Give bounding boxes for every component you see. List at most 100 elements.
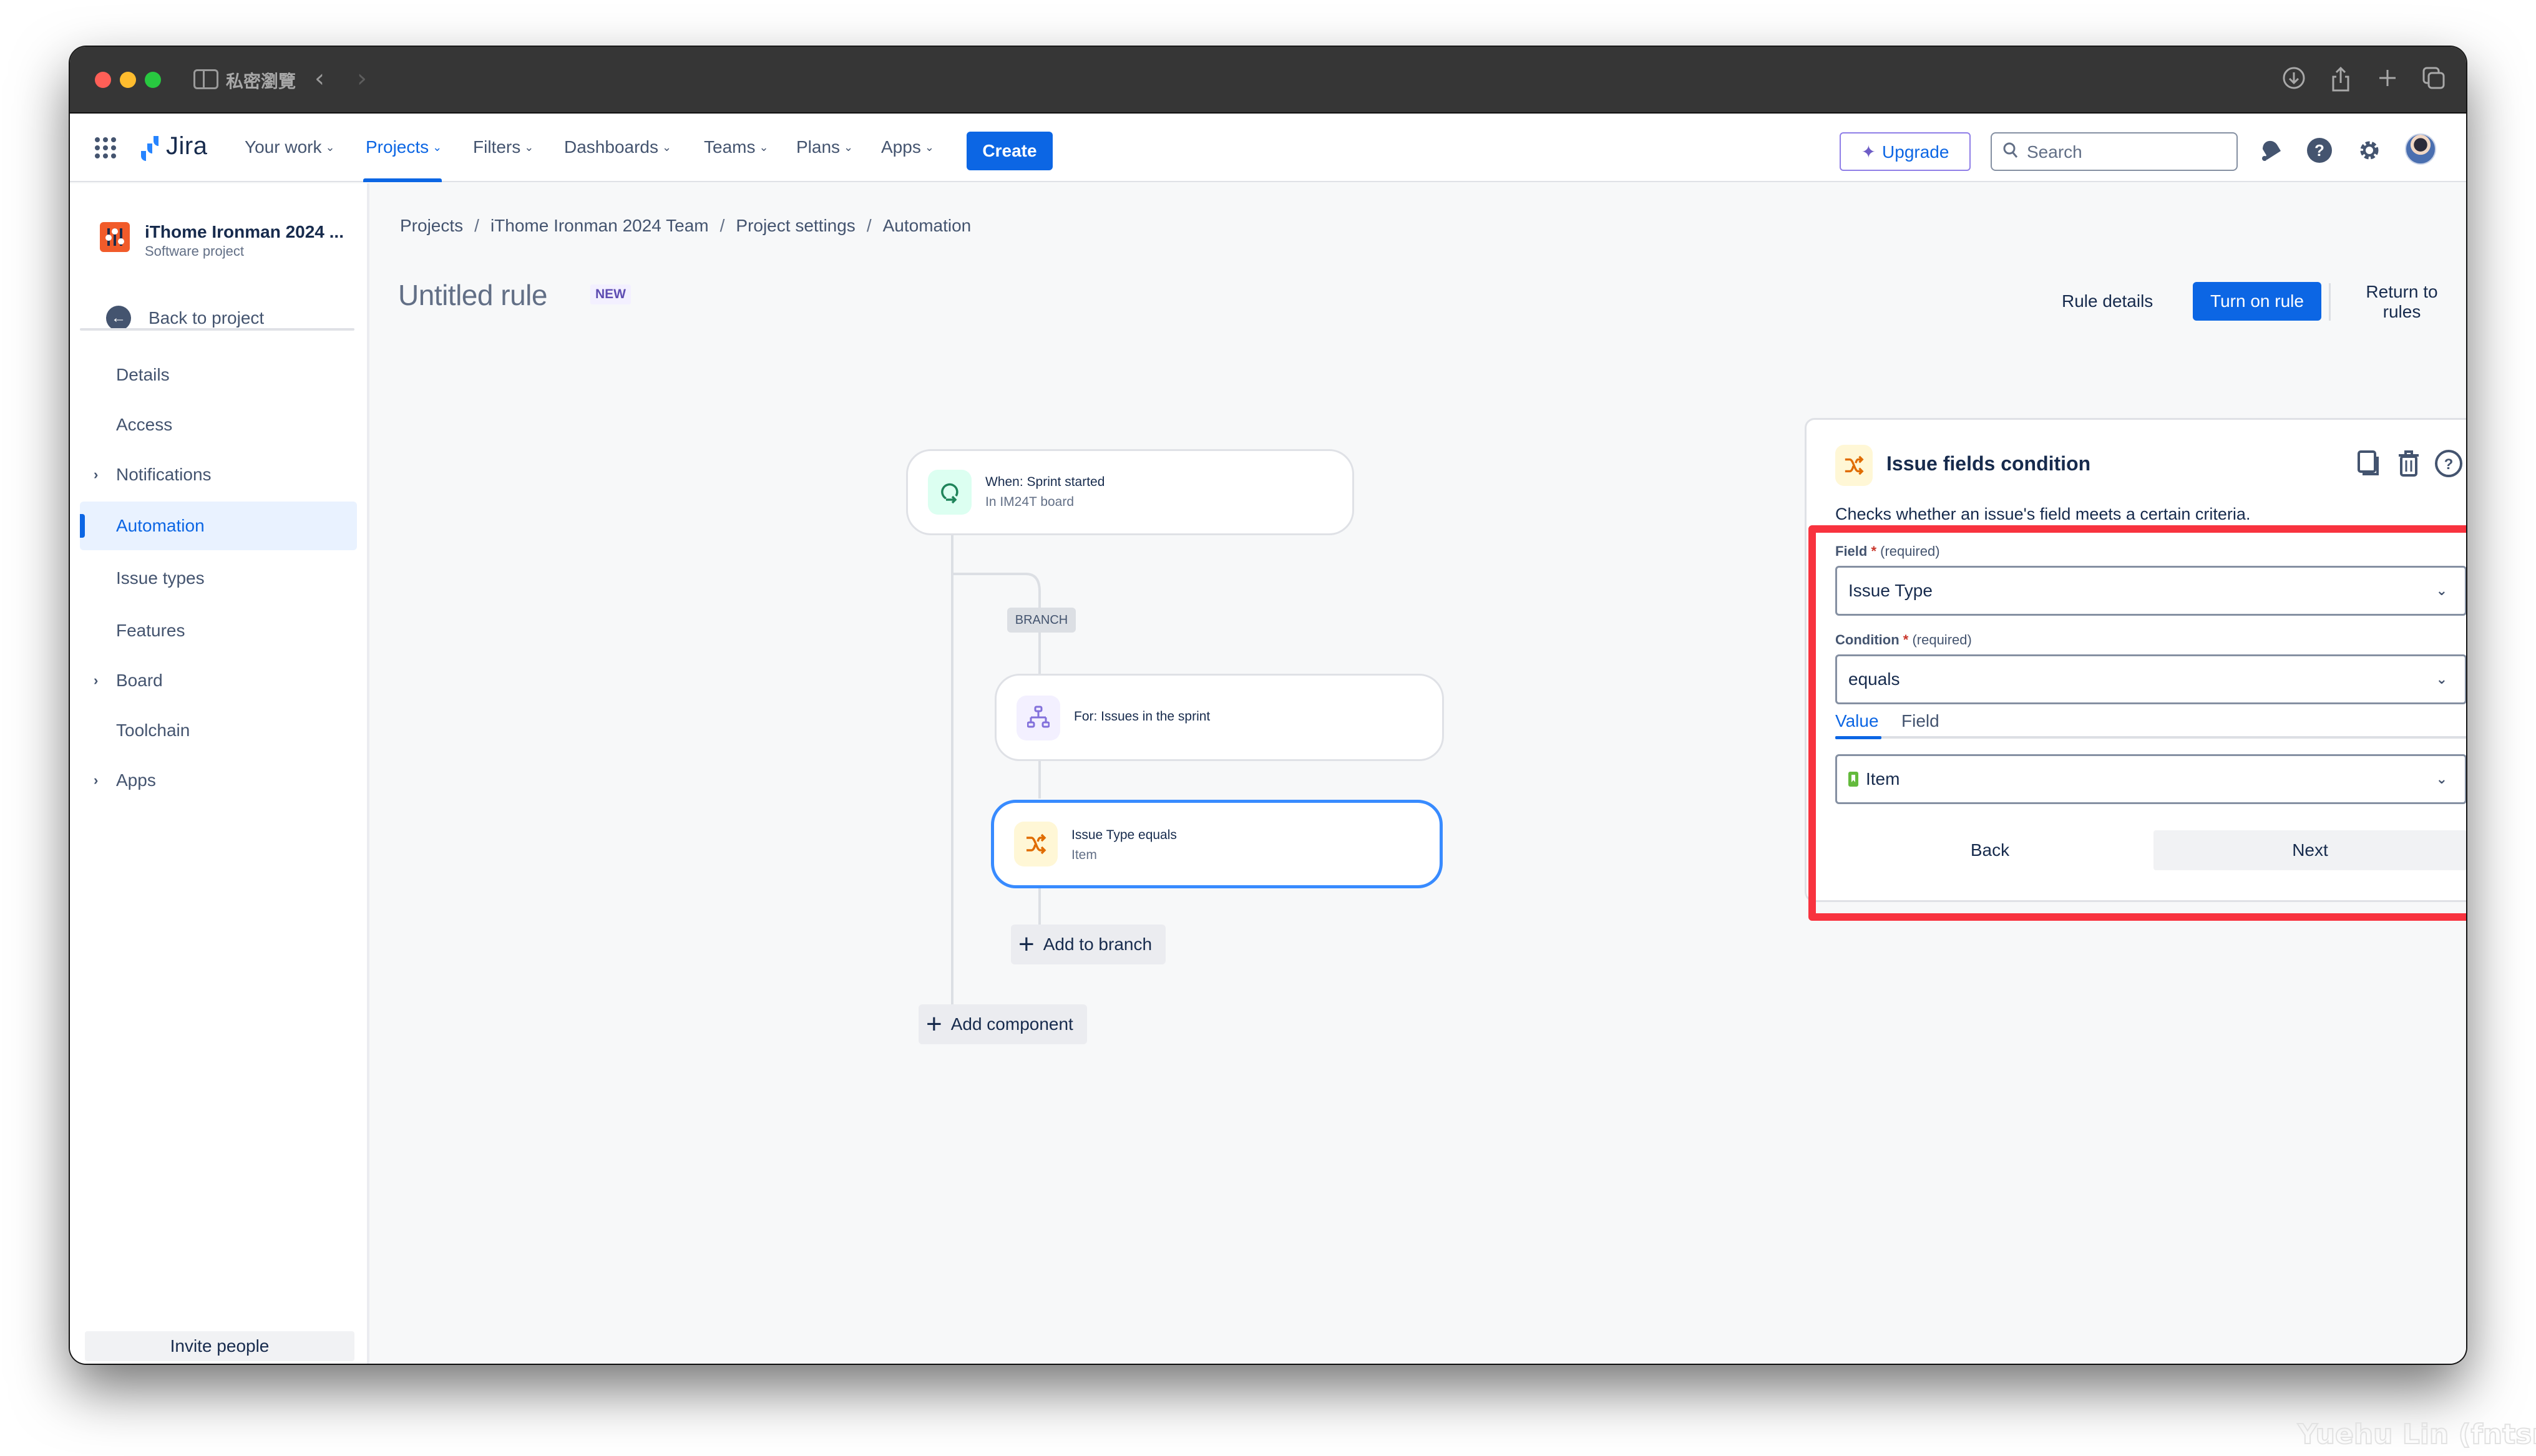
- condition-card[interactable]: Issue Type equals Item: [991, 800, 1443, 888]
- return-to-rules-button[interactable]: Return to rules: [2338, 282, 2466, 321]
- tab-overview-icon[interactable]: [2421, 66, 2446, 93]
- browser-window: 私密瀏覽 ‹ › Jira Your work ⌄ Projects ⌄ Filte…: [70, 47, 2466, 1364]
- required-text: (required): [1880, 543, 1940, 559]
- nav-label: Dashboards: [564, 137, 658, 157]
- help-circle-icon[interactable]: ?: [2433, 447, 2464, 480]
- add-to-branch-button[interactable]: + Add to branch: [1011, 925, 1166, 964]
- field-select-value: Issue Type: [1848, 581, 1933, 600]
- jira-logo-icon[interactable]: [135, 135, 160, 162]
- value-select[interactable]: Item ⌄: [1835, 754, 2466, 804]
- branch-connector-line: [1038, 633, 1041, 675]
- automation-rule-editor: Projects / iThome Ironman 2024 Team / Projec…: [372, 183, 2466, 1364]
- share-icon[interactable]: [2328, 66, 2353, 93]
- chevron-right-icon[interactable]: ›: [94, 467, 98, 483]
- upgrade-label: Upgrade: [1882, 142, 1949, 162]
- browser-window-title: 私密瀏覽: [226, 71, 296, 92]
- invite-people-button[interactable]: Invite people: [85, 1331, 354, 1361]
- breadcrumb-project[interactable]: iThome Ironman 2024 Team: [490, 216, 709, 235]
- breadcrumb-automation[interactable]: Automation: [883, 216, 972, 235]
- rule-title[interactable]: Untitled rule: [398, 278, 547, 312]
- browser-forward-button[interactable]: ›: [357, 64, 367, 93]
- back-button[interactable]: Back: [1835, 830, 2145, 870]
- nav-label: Apps: [881, 137, 921, 157]
- tab-field[interactable]: Field: [1901, 711, 1939, 731]
- close-window-button[interactable]: [95, 72, 111, 88]
- panel-description: Checks whether an issue's field meets a …: [1835, 505, 2251, 523]
- sidebar-item-label: Features: [116, 621, 185, 640]
- jira-top-navigation: Jira Your work ⌄ Projects ⌄ Filters ⌄ Dashb…: [70, 114, 2466, 182]
- condition-label-text: Condition: [1835, 632, 1900, 648]
- field-select[interactable]: Issue Type ⌄: [1835, 566, 2466, 616]
- user-avatar[interactable]: [2405, 133, 2436, 165]
- nav-your-work[interactable]: Your work ⌄: [245, 137, 335, 157]
- nav-projects[interactable]: Projects ⌄: [366, 137, 442, 157]
- sidebar-item-features[interactable]: Features: [80, 606, 357, 655]
- trigger-title: When: Sprint started: [985, 475, 1105, 489]
- notifications-bell-icon[interactable]: [2258, 137, 2284, 163]
- condition-subtitle: Item: [1071, 848, 1097, 862]
- chevron-right-icon[interactable]: ›: [94, 672, 98, 689]
- tab-active-indicator: [1835, 736, 1881, 739]
- trash-icon[interactable]: [2393, 447, 2424, 480]
- breadcrumb-projects[interactable]: Projects: [400, 216, 463, 235]
- sparkle-icon: ✦: [1861, 142, 1876, 162]
- field-label: Field * (required): [1835, 543, 1940, 560]
- sidebar-item-label: Toolchain: [116, 721, 190, 740]
- tab-value[interactable]: Value: [1835, 711, 1879, 731]
- condition-select[interactable]: equals ⌄: [1835, 654, 2466, 704]
- svg-text:?: ?: [2444, 456, 2454, 473]
- new-tab-icon[interactable]: [2375, 66, 2400, 93]
- rule-details-button[interactable]: Rule details: [2051, 282, 2164, 321]
- next-button[interactable]: Next: [2153, 830, 2466, 870]
- sidebar-item-automation[interactable]: Automation: [80, 502, 357, 550]
- chevron-right-icon[interactable]: ›: [94, 772, 98, 789]
- project-type: Software project: [145, 243, 244, 259]
- project-avatar-icon: [100, 222, 130, 252]
- sidebar-item-board[interactable]: › Board: [80, 656, 357, 705]
- create-button[interactable]: Create: [967, 132, 1053, 170]
- sidebar-item-issue-types[interactable]: Issue types: [80, 554, 357, 603]
- turn-on-rule-button[interactable]: Turn on rule: [2193, 282, 2321, 321]
- minimize-window-button[interactable]: [120, 72, 136, 88]
- browser-back-button[interactable]: ‹: [315, 64, 324, 93]
- search-input[interactable]: [2027, 141, 2226, 163]
- back-to-project-label: Back to project: [149, 308, 265, 328]
- sidebar-toggle-icon[interactable]: [193, 69, 218, 89]
- nav-label: Plans: [796, 137, 841, 157]
- app-switcher-icon[interactable]: [95, 137, 116, 158]
- copy-icon[interactable]: [2353, 447, 2384, 480]
- search-icon: [2003, 142, 2018, 163]
- nav-filters[interactable]: Filters ⌄: [473, 137, 534, 157]
- value-field-tabs: Value Field: [1835, 711, 2466, 739]
- jira-wordmark[interactable]: Jira: [166, 132, 207, 160]
- nav-teams[interactable]: Teams ⌄: [704, 137, 769, 157]
- nav-label: Filters: [473, 137, 521, 157]
- item-issue-type-icon: [1848, 772, 1858, 787]
- trigger-card[interactable]: When: Sprint started In IM24T board: [906, 449, 1354, 535]
- sidebar-item-toolchain[interactable]: Toolchain: [80, 706, 357, 755]
- sidebar-item-apps[interactable]: › Apps: [80, 756, 357, 805]
- required-text: (required): [1912, 632, 1972, 648]
- help-icon[interactable]: ?: [2306, 137, 2333, 163]
- download-icon[interactable]: [2281, 66, 2306, 93]
- nav-apps[interactable]: Apps ⌄: [881, 137, 934, 157]
- arrow-left-icon: ←: [106, 306, 131, 331]
- settings-gear-icon[interactable]: [2356, 137, 2382, 163]
- back-to-project-link[interactable]: ← Back to project: [106, 305, 264, 331]
- sidebar-item-notifications[interactable]: › Notifications: [80, 450, 357, 499]
- required-asterisk: *: [1871, 543, 1877, 559]
- search-field[interactable]: [1991, 132, 2238, 171]
- browser-titlebar: 私密瀏覽 ‹ ›: [70, 47, 2466, 114]
- nav-dashboards[interactable]: Dashboards ⌄: [564, 137, 671, 157]
- breadcrumb-project-settings[interactable]: Project settings: [736, 216, 855, 235]
- upgrade-button[interactable]: ✦ Upgrade: [1840, 132, 1971, 171]
- issue-fields-condition-panel: Issue fields condition ? Checks whether …: [1805, 418, 2466, 902]
- add-component-button[interactable]: + Add component: [919, 1004, 1087, 1044]
- sidebar-item-access[interactable]: Access: [80, 400, 357, 449]
- chevron-down-icon: ⌄: [661, 141, 672, 153]
- project-name[interactable]: iThome Ironman 2024 ...: [145, 222, 344, 242]
- zoom-window-button[interactable]: [145, 72, 161, 88]
- branch-card[interactable]: For: Issues in the sprint: [995, 674, 1444, 761]
- sidebar-item-details[interactable]: Details: [80, 351, 357, 399]
- nav-plans[interactable]: Plans ⌄: [796, 137, 853, 157]
